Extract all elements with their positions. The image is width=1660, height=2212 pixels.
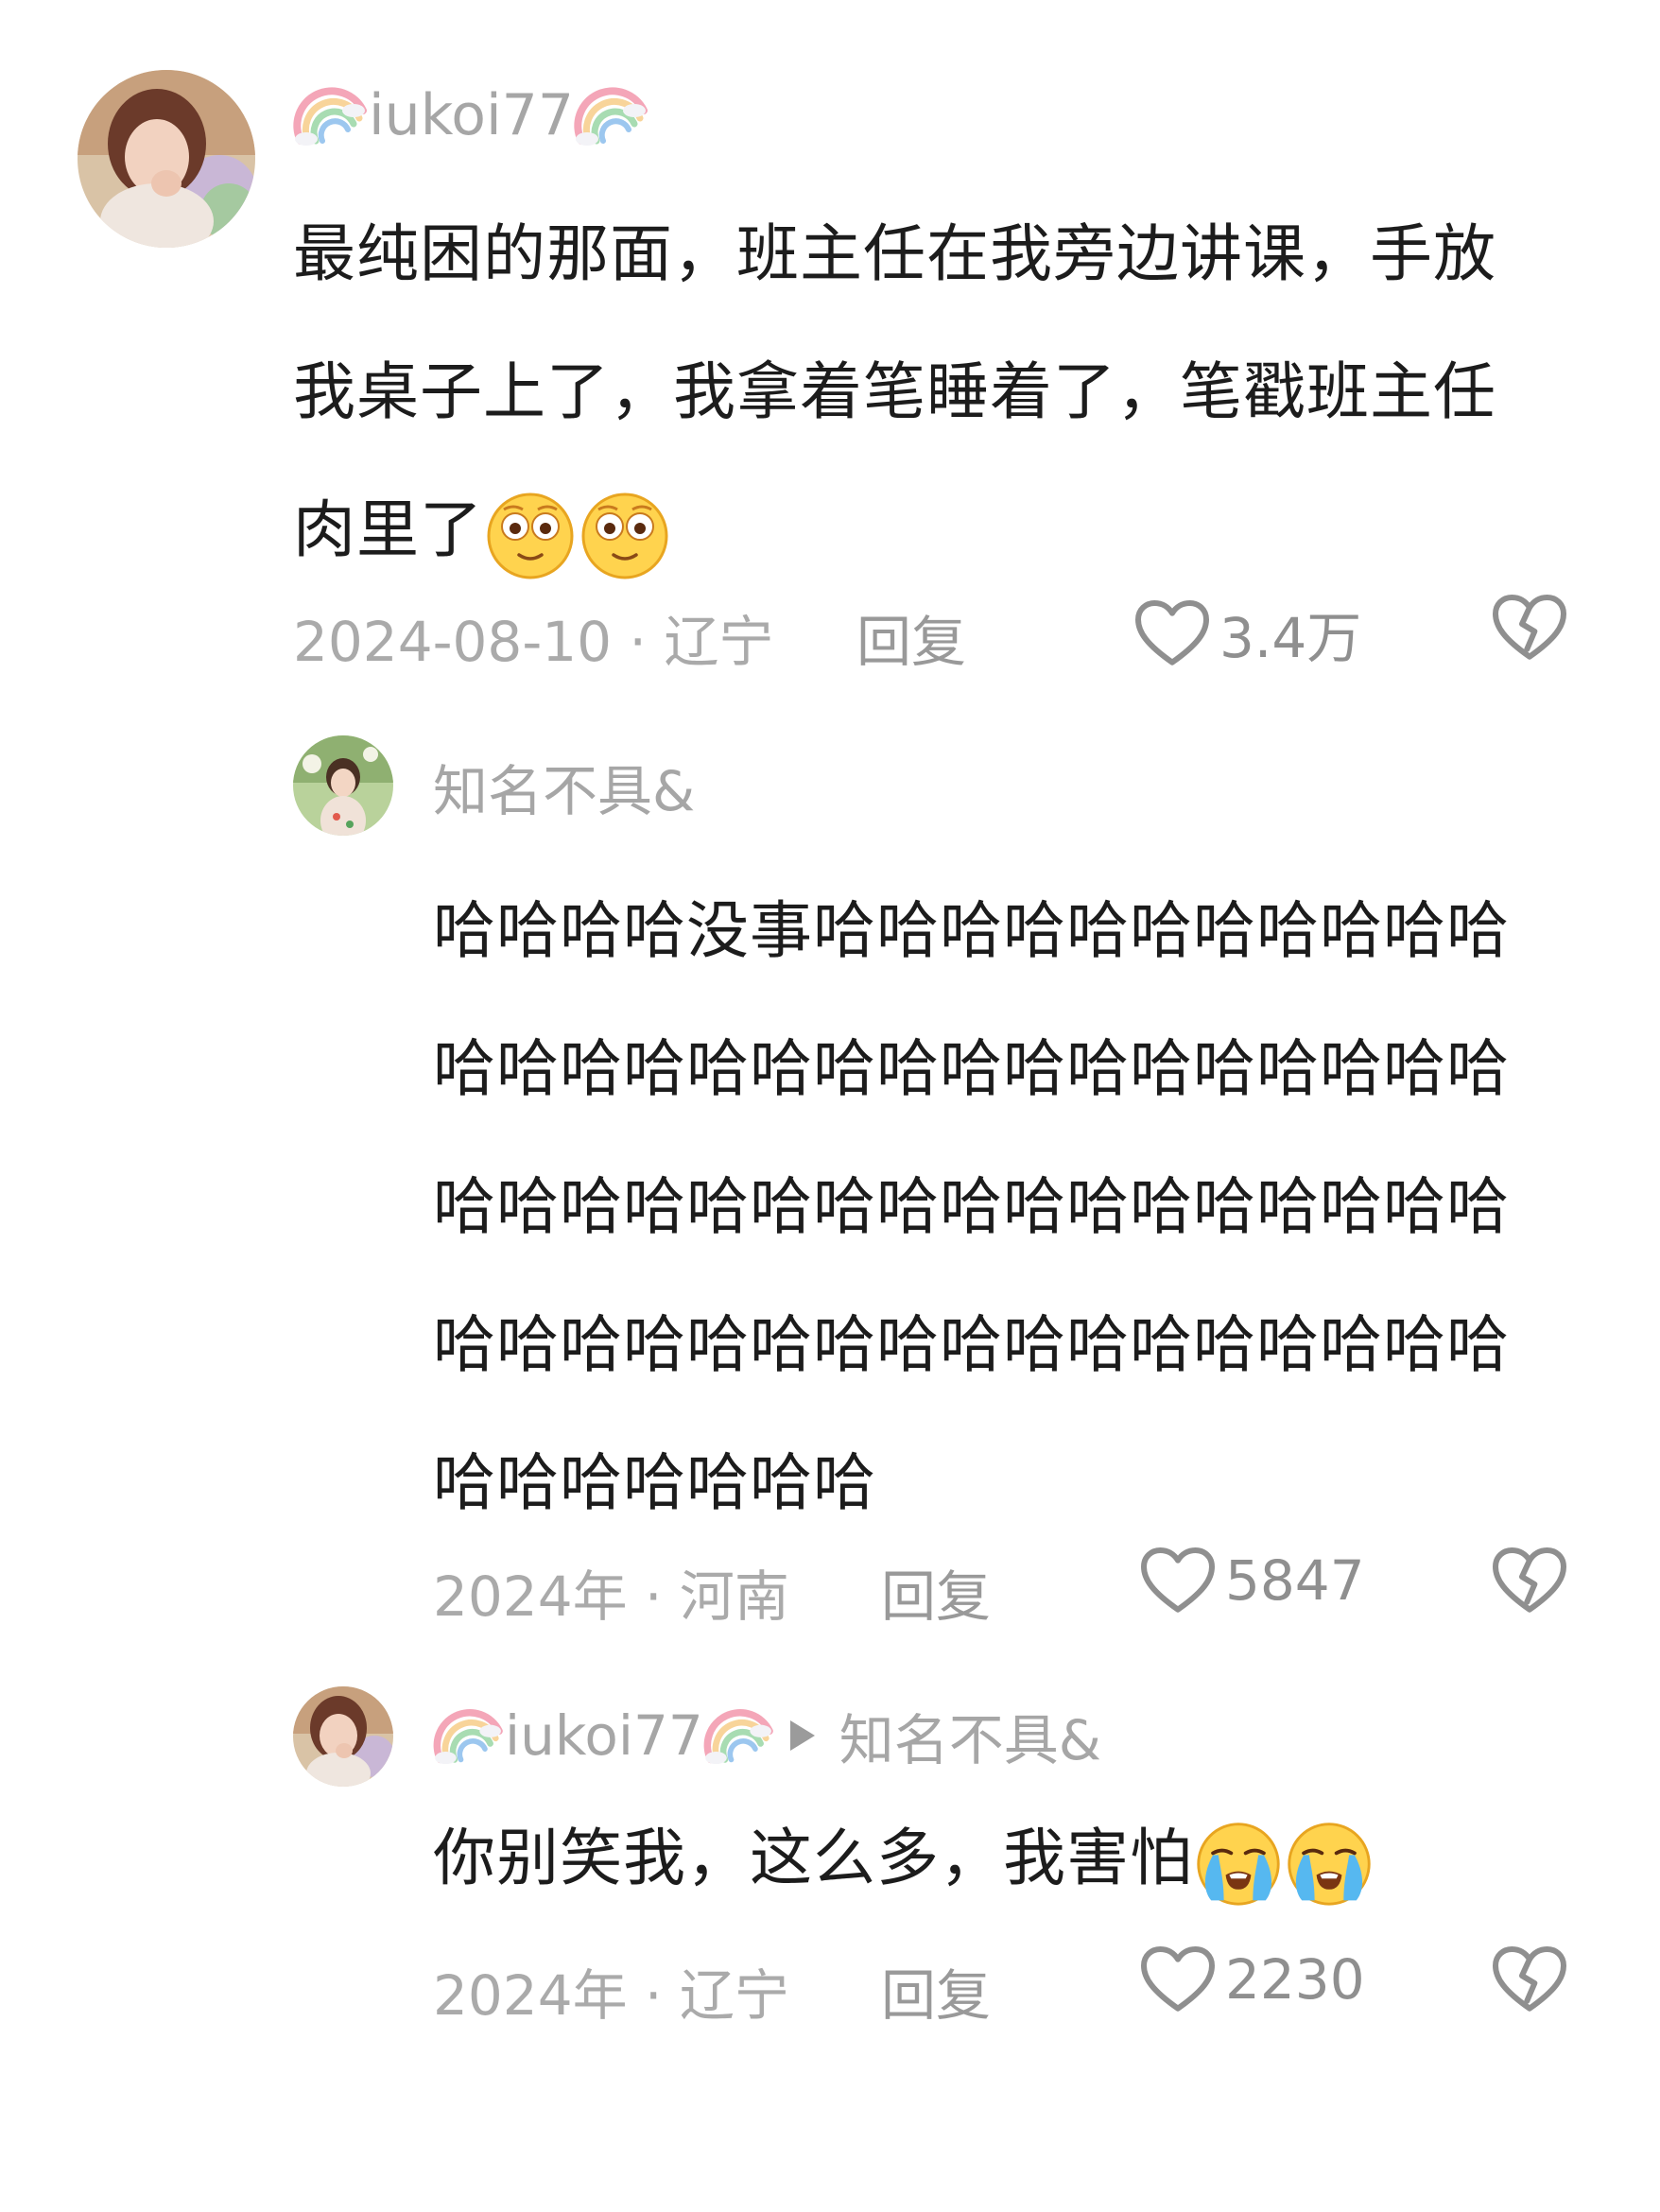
comment-text: 最纯困的那面，班主任在我旁边讲课，手放我桌子上了，我拿着笔睡着了，笔戳班主任肉里… — [293, 185, 1550, 599]
comment-meta: 2024-08-10 · 辽宁 — [293, 597, 773, 677]
reply-item: 知名不具& 哈哈哈哈没事哈哈哈哈哈哈哈哈哈哈哈哈哈哈哈哈哈哈哈哈哈哈哈哈哈哈哈哈… — [0, 700, 1660, 1645]
broken-heart-icon — [1492, 1547, 1567, 1615]
like-count: 5847 — [1225, 1548, 1365, 1613]
rainbow-emoji — [293, 82, 369, 148]
dislike-button[interactable] — [1492, 1945, 1567, 2013]
loudly-crying-emoji — [1193, 1817, 1284, 1908]
meta-separator: · — [629, 610, 647, 674]
meta-separator: · — [645, 1564, 663, 1629]
reply-button[interactable]: 回复 — [881, 1951, 991, 2031]
dizzy-face-emoji — [483, 487, 578, 581]
like-count: 3.4万 — [1219, 606, 1362, 670]
reply-to-username[interactable]: 知名不具& — [839, 1696, 1101, 1775]
rainbow-emoji — [574, 82, 649, 148]
like-button[interactable]: 3.4万 — [1134, 594, 1361, 673]
meta-separator: · — [645, 1963, 663, 2028]
avatar[interactable] — [293, 735, 393, 836]
reply-button[interactable]: 回复 — [881, 1552, 991, 1632]
heart-outline-icon — [1134, 599, 1210, 667]
comment-body: 哈哈哈哈没事哈哈哈哈哈哈哈哈哈哈哈哈哈哈哈哈哈哈哈哈哈哈哈哈哈哈哈哈哈哈哈哈哈哈… — [433, 894, 1510, 1519]
broken-heart-icon — [1492, 1945, 1567, 2013]
username[interactable]: iukoi77 知名不具& — [433, 1698, 1101, 1773]
comment-location: 辽宁 — [664, 610, 774, 674]
heart-outline-icon — [1140, 1945, 1216, 2013]
heart-outline-icon — [1140, 1547, 1216, 1615]
username-text: iukoi77 — [505, 1703, 703, 1768]
comment-date: 2024年 — [433, 1963, 628, 2028]
avatar[interactable] — [78, 70, 255, 248]
username[interactable]: 知名不具& — [433, 749, 695, 824]
comment-location: 辽宁 — [679, 1963, 789, 2028]
dislike-button[interactable] — [1492, 594, 1567, 662]
reply-button[interactable]: 回复 — [856, 597, 966, 677]
like-button[interactable]: 5847 — [1140, 1547, 1365, 1615]
username[interactable]: iukoi77 — [293, 78, 649, 153]
comment-body: 最纯困的那面，班主任在我旁边讲课，手放我桌子上了，我拿着笔睡着了，笔戳班主任肉里… — [293, 217, 1496, 566]
comment-meta: 2024年 · 河南 — [433, 1552, 789, 1632]
username-text: iukoi77 — [369, 82, 575, 148]
like-count: 2230 — [1225, 1947, 1365, 2012]
comment-body: 你别笑我，这么多，我害怕 — [433, 1822, 1193, 1894]
broken-heart-icon — [1492, 594, 1567, 662]
comment-text: 你别笑我，这么多，我害怕 — [433, 1811, 1567, 1908]
comment-date: 2024-08-10 — [293, 610, 613, 674]
rainbow-emoji — [433, 1704, 505, 1767]
dislike-button[interactable] — [1492, 1547, 1567, 1615]
comment-item: iukoi77 最纯困的那面，班主任在我旁边讲课，手放我桌子上了，我拿着笔睡着了… — [0, 0, 1660, 700]
comment-text: 哈哈哈哈没事哈哈哈哈哈哈哈哈哈哈哈哈哈哈哈哈哈哈哈哈哈哈哈哈哈哈哈哈哈哈哈哈哈哈… — [433, 862, 1567, 1552]
comment-location: 河南 — [679, 1564, 789, 1629]
avatar[interactable] — [293, 1686, 393, 1787]
like-button[interactable]: 2230 — [1140, 1945, 1365, 2013]
play-triangle-icon — [789, 1720, 815, 1751]
comment-date: 2024年 — [433, 1564, 628, 1629]
username-text: 知名不具& — [433, 759, 696, 823]
comment-meta: 2024年 · 辽宁 — [433, 1951, 789, 2031]
reply-item: iukoi77 知名不具& 你别笑我，这么多，我害怕 2024年 · 辽宁 回复… — [0, 1645, 1660, 2028]
rainbow-emoji — [703, 1704, 775, 1767]
loudly-crying-emoji — [1284, 1817, 1375, 1908]
dizzy-face-emoji — [578, 487, 672, 581]
